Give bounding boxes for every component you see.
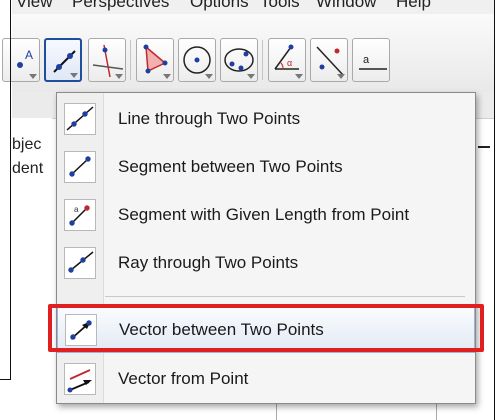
- menu-tools[interactable]: Tools: [260, 0, 300, 12]
- perpendicular-line-tool-button[interactable]: [88, 38, 126, 82]
- menu-view[interactable]: View: [16, 0, 53, 12]
- menu-options[interactable]: Options: [190, 0, 249, 12]
- segment-between-two-points-icon: [64, 151, 96, 183]
- menu-window[interactable]: Window: [316, 0, 376, 12]
- segment-given-length-icon: a: [64, 199, 96, 231]
- tool-expand-triangle-icon: [205, 74, 213, 79]
- dropdown-item-label: Vector from Point: [118, 369, 249, 388]
- polygon-tool-button[interactable]: [136, 38, 174, 82]
- geogebra-window: View Perspectives Options Tools Window H…: [0, 0, 496, 420]
- toolbar-separator: [130, 40, 131, 80]
- menu-help[interactable]: Help: [396, 0, 431, 12]
- dropdown-item-segment-given-length[interactable]: a Segment with Given Length from Point: [57, 191, 475, 239]
- tool-expand-triangle-icon: [295, 74, 303, 79]
- frame-border: [0, 379, 11, 380]
- dropdown-item-vector-from-point[interactable]: Vector from Point: [57, 355, 475, 403]
- menu-bar: View Perspectives Options Tools Window H…: [12, 0, 494, 14]
- dropdown-item-label: Segment with Given Length from Point: [118, 205, 410, 224]
- slider-tool-button[interactable]: a: [352, 38, 390, 82]
- toolbar: A α a: [2, 14, 494, 93]
- tool-text-label: A: [25, 48, 33, 62]
- vector-from-point-icon: [64, 363, 96, 395]
- highlight-annotation: [48, 304, 484, 352]
- menu-perspectives[interactable]: Perspectives: [72, 0, 169, 12]
- toolbar-separator: [262, 40, 263, 80]
- tool-expand-triangle-icon: [70, 73, 78, 78]
- angle-alpha-label: α: [287, 58, 292, 68]
- algebra-view-text: dent: [12, 160, 44, 177]
- dropdown-item-ray-through-two-points[interactable]: Ray through Two Points: [57, 239, 475, 287]
- graphics-axis-tick: [478, 146, 490, 148]
- slider-a-label: a: [363, 54, 370, 66]
- dropdown-item-line-through-two-points[interactable]: Line through Two Points: [57, 95, 475, 143]
- algebra-view: [12, 118, 52, 380]
- dropdown-separator: [105, 296, 465, 297]
- dropdown-item-label: Line through Two Points: [118, 109, 301, 128]
- conic-tool-button[interactable]: [220, 38, 258, 82]
- dropdown-item-segment-between-two-points[interactable]: Segment between Two Points: [57, 143, 475, 191]
- circle-tool-button[interactable]: [178, 38, 216, 82]
- frame-border: [10, 0, 11, 380]
- angle-tool-button[interactable]: α: [268, 38, 306, 82]
- algebra-view-text: bjec: [12, 136, 42, 153]
- tool-expand-triangle-icon: [163, 74, 171, 79]
- move-text-tool-button[interactable]: A: [2, 38, 40, 82]
- slider-tool-icon: a: [359, 54, 387, 70]
- line-through-two-points-icon: [64, 103, 96, 135]
- tool-expand-triangle-icon: [247, 74, 255, 79]
- line-tool-button[interactable]: [44, 38, 82, 82]
- length-a-label: a: [74, 205, 79, 214]
- ray-through-two-points-icon: [64, 247, 96, 279]
- dropdown-item-label: Ray through Two Points: [118, 253, 299, 272]
- tool-expand-triangle-icon: [29, 74, 37, 79]
- tool-expand-triangle-icon: [337, 74, 345, 79]
- frame-border: [494, 0, 495, 420]
- reflect-tool-button[interactable]: [310, 38, 348, 82]
- dropdown-item-label: Segment between Two Points: [118, 157, 343, 176]
- line-tools-dropdown: Line through Two Points Segment between …: [56, 92, 476, 404]
- tool-expand-triangle-icon: [115, 74, 123, 79]
